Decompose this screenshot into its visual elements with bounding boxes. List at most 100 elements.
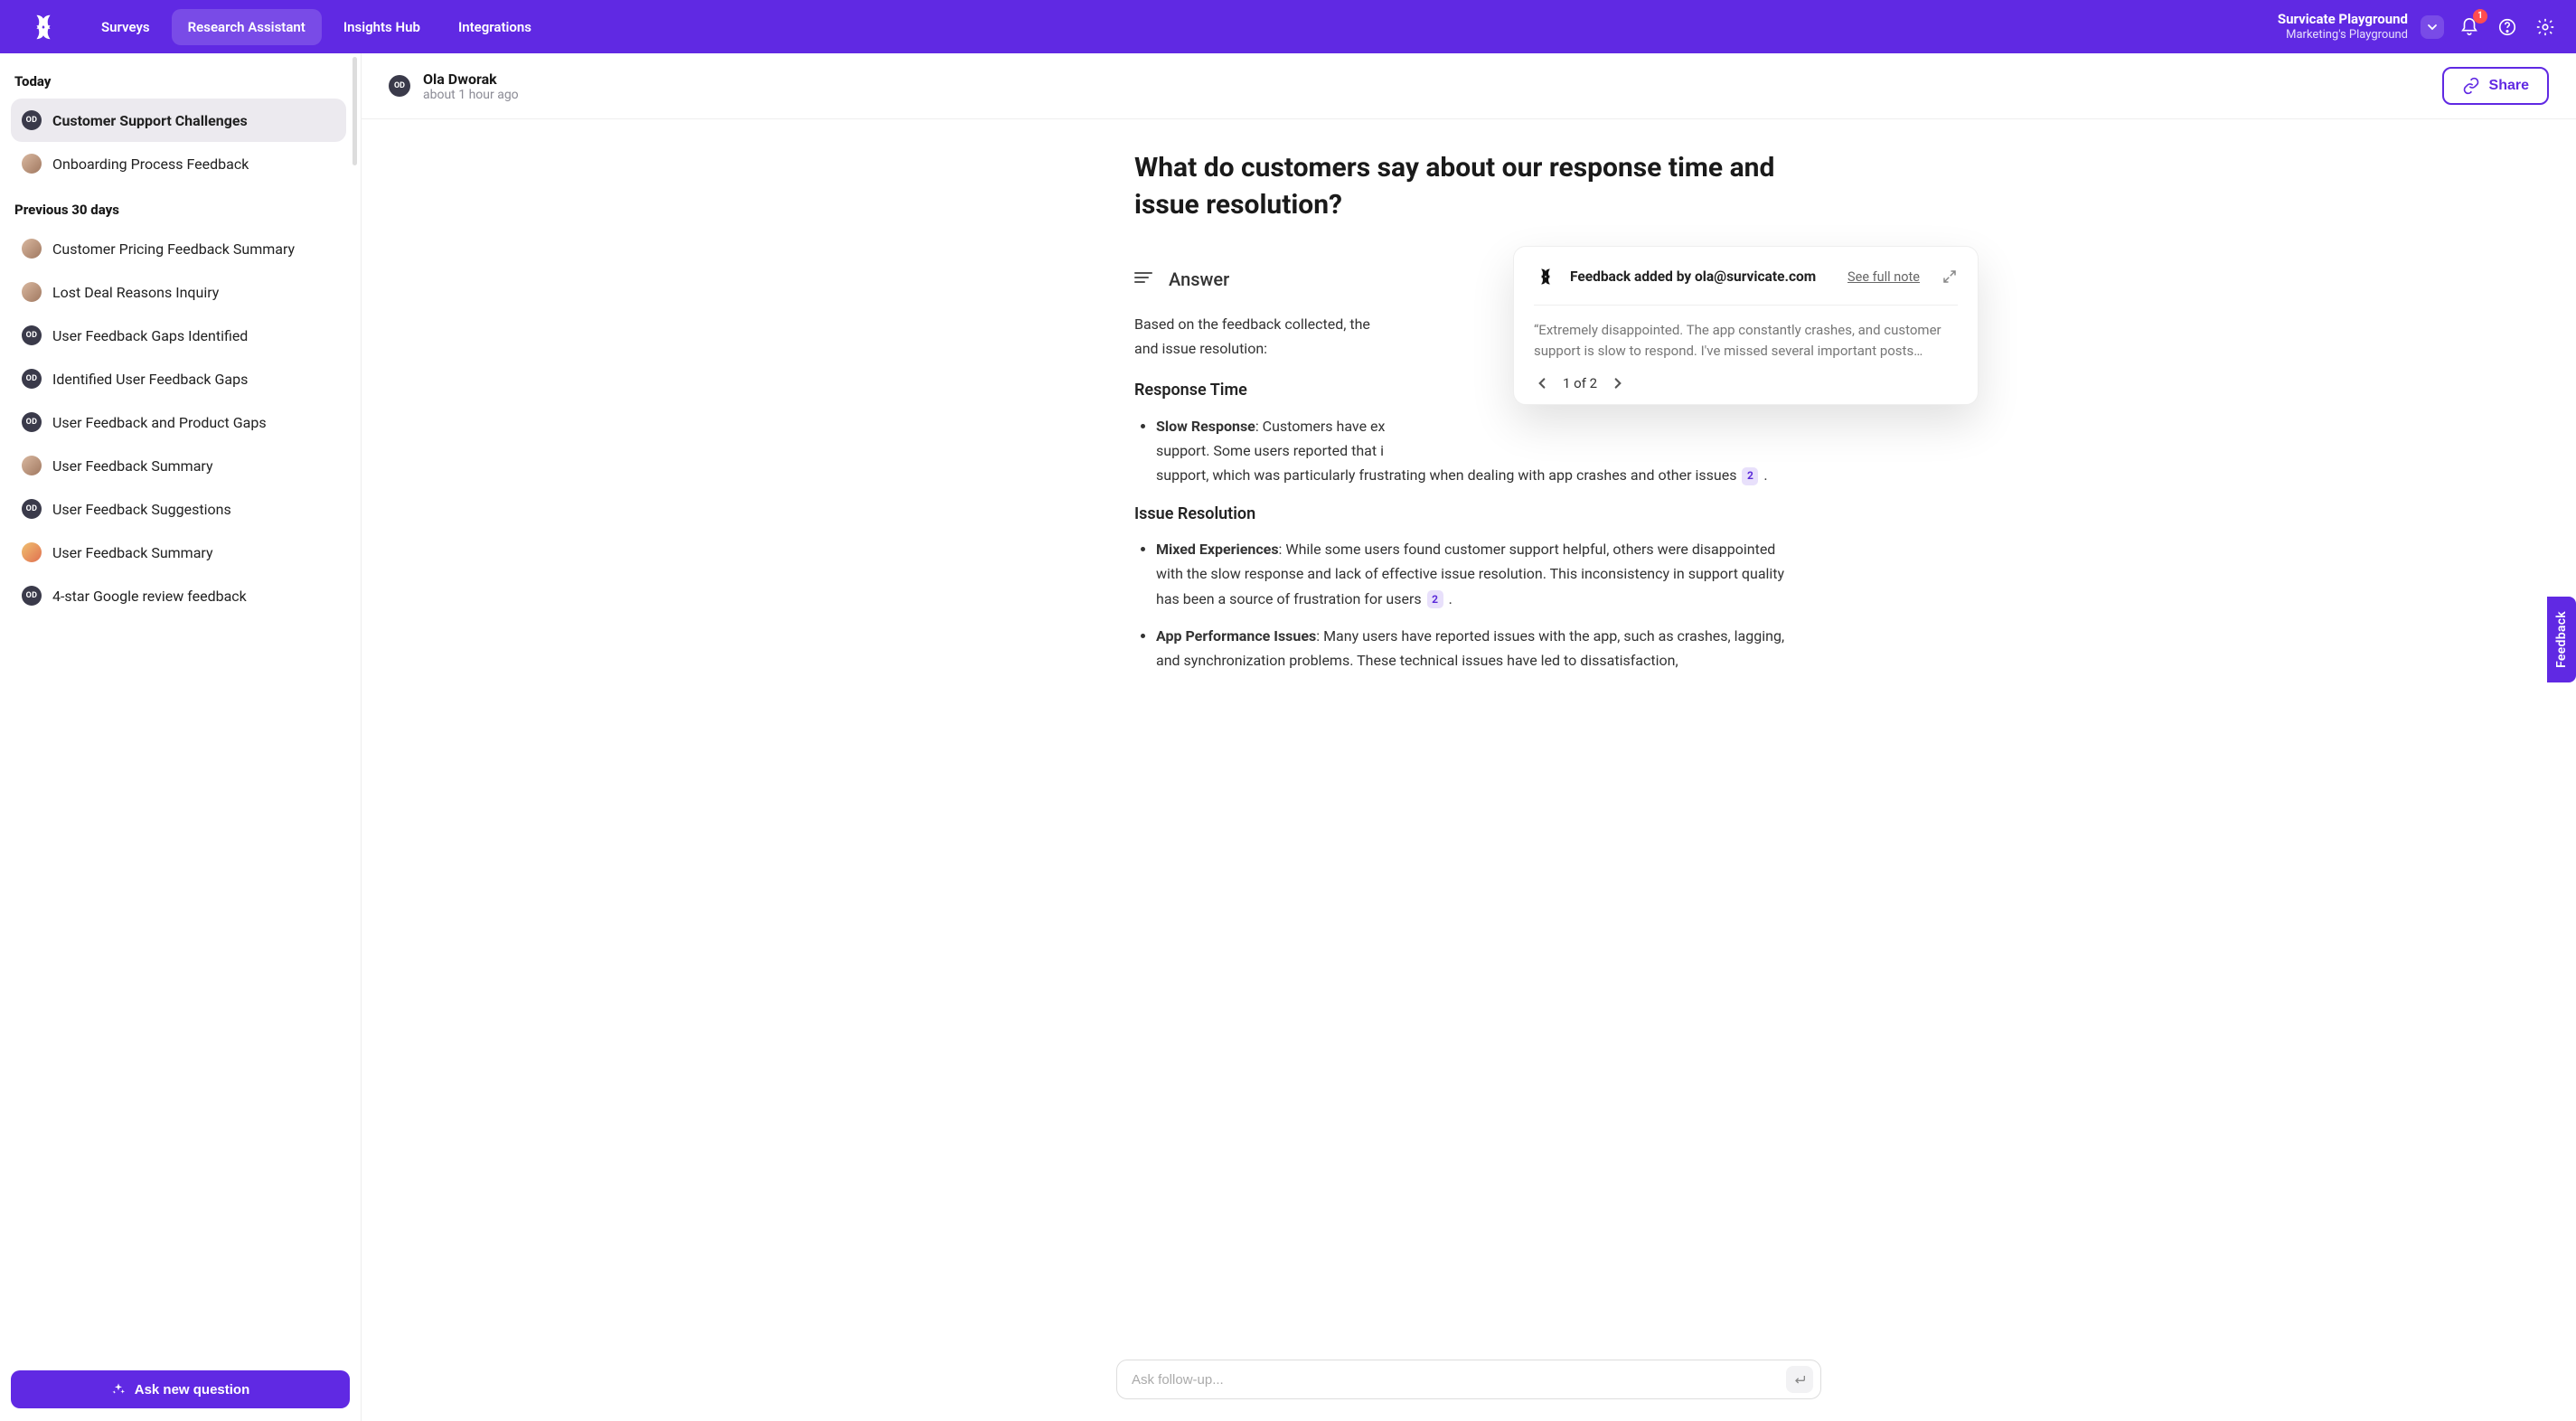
sparkle-icon (111, 1382, 126, 1397)
sidebar-item-label: User Feedback and Product Gaps (52, 414, 267, 431)
see-full-note-link[interactable]: See full note (1847, 269, 1920, 285)
main-header: OD Ola Dworak about 1 hour ago Share (362, 53, 2576, 119)
avatar (22, 154, 42, 174)
pager-next[interactable] (1610, 375, 1626, 391)
workspace-selector: Survicate Playground Marketing's Playgro… (2278, 11, 2408, 42)
help-button[interactable] (2495, 14, 2520, 40)
popover-logo (1534, 265, 1557, 288)
bullet-strong: Slow Response (1156, 418, 1255, 435)
content-scroll[interactable]: What do customers say about our response… (362, 119, 2576, 1350)
notifications-button[interactable]: 1 (2457, 14, 2482, 40)
bullet-strong: Mixed Experiences (1156, 541, 1279, 558)
sidebar-item[interactable]: OD User Feedback Suggestions (11, 487, 346, 531)
nav-surveys[interactable]: Surveys (85, 9, 166, 45)
avatar: OD (22, 586, 42, 606)
sidebar-item-label: Identified User Feedback Gaps (52, 371, 248, 388)
send-button[interactable] (1786, 1366, 1813, 1393)
chevron-right-icon (1612, 377, 1624, 390)
avatar: OD (22, 412, 42, 432)
bullet-strong: App Performance Issues (1156, 627, 1316, 645)
author-name: Ola Dworak (423, 71, 519, 88)
sidebar-item-label: Customer Support Challenges (52, 112, 248, 129)
sidebar-item-label: 4-star Google review feedback (52, 588, 247, 605)
sidebar-section-prev: Previous 30 days (11, 198, 346, 227)
avatar: OD (22, 499, 42, 519)
nav-integrations[interactable]: Integrations (442, 9, 548, 45)
help-icon (2497, 17, 2517, 37)
sidebar-item-label: User Feedback Summary (52, 544, 213, 561)
citation-badge[interactable]: 2 (1427, 590, 1443, 608)
sidebar-item[interactable]: Lost Deal Reasons Inquiry (11, 270, 346, 314)
sidebar-item-label: User Feedback Summary (52, 457, 213, 475)
citation-badge[interactable]: 2 (1742, 467, 1758, 485)
chevron-down-icon (2427, 22, 2438, 33)
avatar: OD (22, 325, 42, 345)
answer-label-text: Answer (1169, 268, 1229, 290)
avatar (22, 239, 42, 259)
chevron-left-icon (1536, 377, 1548, 390)
list-item: Mixed Experiences: While some users foun… (1156, 537, 1803, 611)
author-time: about 1 hour ago (423, 88, 519, 102)
topnav: Surveys Research Assistant Insights Hub … (0, 0, 2576, 53)
sidebar: Today OD Customer Support Challenges Onb… (0, 53, 362, 1421)
followup-bar (1116, 1360, 1821, 1399)
sidebar-item[interactable]: Customer Pricing Feedback Summary (11, 227, 346, 270)
list-item: App Performance Issues: Many users have … (1156, 624, 1803, 673)
pager-prev[interactable] (1534, 375, 1550, 391)
intro-text: Based on the feedback collected, the (1134, 315, 1370, 333)
share-button[interactable]: Share (2442, 67, 2549, 105)
avatar (22, 282, 42, 302)
feedback-popover: Feedback added by ola@survicate.com See … (1513, 246, 1979, 405)
popover-pager: 1 of 2 (1534, 375, 1958, 391)
sidebar-item[interactable]: OD Identified User Feedback Gaps (11, 357, 346, 400)
workspace-chevron[interactable] (2421, 15, 2444, 39)
intro-text-2: and issue resolution: (1134, 340, 1267, 357)
notification-badge: 1 (2473, 9, 2487, 24)
settings-button[interactable] (2533, 14, 2558, 40)
avatar (22, 456, 42, 475)
popover-title: Feedback added by ola@survicate.com (1570, 268, 1816, 285)
avatar (22, 542, 42, 562)
link-icon (2462, 77, 2480, 95)
bullet-text: support, which was particularly frustrat… (1156, 466, 1740, 484)
main-panel: OD Ola Dworak about 1 hour ago Share Wha… (362, 53, 2576, 1421)
bullet-text: : Customers have ex (1255, 418, 1386, 435)
text-lines-icon (1134, 272, 1152, 287)
bullet-tail: . (1445, 590, 1453, 607)
sidebar-item[interactable]: OD User Feedback Gaps Identified (11, 314, 346, 357)
ask-new-question-button[interactable]: Ask new question (11, 1370, 350, 1408)
sidebar-item[interactable]: User Feedback Summary (11, 531, 346, 574)
ask-button-label: Ask new question (135, 1382, 250, 1397)
sidebar-item-label: User Feedback Gaps Identified (52, 327, 248, 344)
bullet-tail: . (1760, 466, 1767, 484)
gear-icon (2535, 17, 2555, 37)
expand-icon[interactable] (1941, 268, 1958, 285)
nav-insights-hub[interactable]: Insights Hub (327, 9, 437, 45)
followup-input[interactable] (1132, 1372, 1786, 1388)
feedback-tab[interactable]: Feedback (2547, 597, 2576, 682)
heading-issue-resolution: Issue Resolution (1134, 501, 1803, 529)
question-title: What do customers say about our response… (1134, 150, 1803, 223)
sidebar-item-label: Lost Deal Reasons Inquiry (52, 284, 219, 301)
author-avatar: OD (389, 75, 410, 97)
sidebar-item-label: Customer Pricing Feedback Summary (52, 240, 295, 258)
nav-items: Surveys Research Assistant Insights Hub … (85, 9, 548, 45)
sidebar-item-customer-support-challenges[interactable]: OD Customer Support Challenges (11, 99, 346, 142)
sidebar-item[interactable]: OD 4-star Google review feedback (11, 574, 346, 617)
logo[interactable] (27, 11, 60, 43)
bullet-text: support. Some users reported that i (1156, 442, 1384, 459)
sidebar-item[interactable]: OD User Feedback and Product Gaps (11, 400, 346, 444)
sidebar-item-label: User Feedback Suggestions (52, 501, 231, 518)
list-item: Slow Response: Customers have ex support… (1156, 414, 1803, 488)
workspace-subtitle: Marketing's Playground (2278, 28, 2408, 42)
avatar: OD (22, 110, 42, 130)
sidebar-section-today: Today (11, 70, 346, 99)
nav-research-assistant[interactable]: Research Assistant (172, 9, 322, 45)
popover-quote: “Extremely disappointed. The app constan… (1534, 306, 1958, 375)
pager-text: 1 of 2 (1563, 375, 1597, 391)
share-label: Share (2489, 78, 2529, 94)
sidebar-item-label: Onboarding Process Feedback (52, 155, 249, 173)
sidebar-item[interactable]: User Feedback Summary (11, 444, 346, 487)
sidebar-item-onboarding-process-feedback[interactable]: Onboarding Process Feedback (11, 142, 346, 185)
workspace-title: Survicate Playground (2278, 11, 2408, 28)
